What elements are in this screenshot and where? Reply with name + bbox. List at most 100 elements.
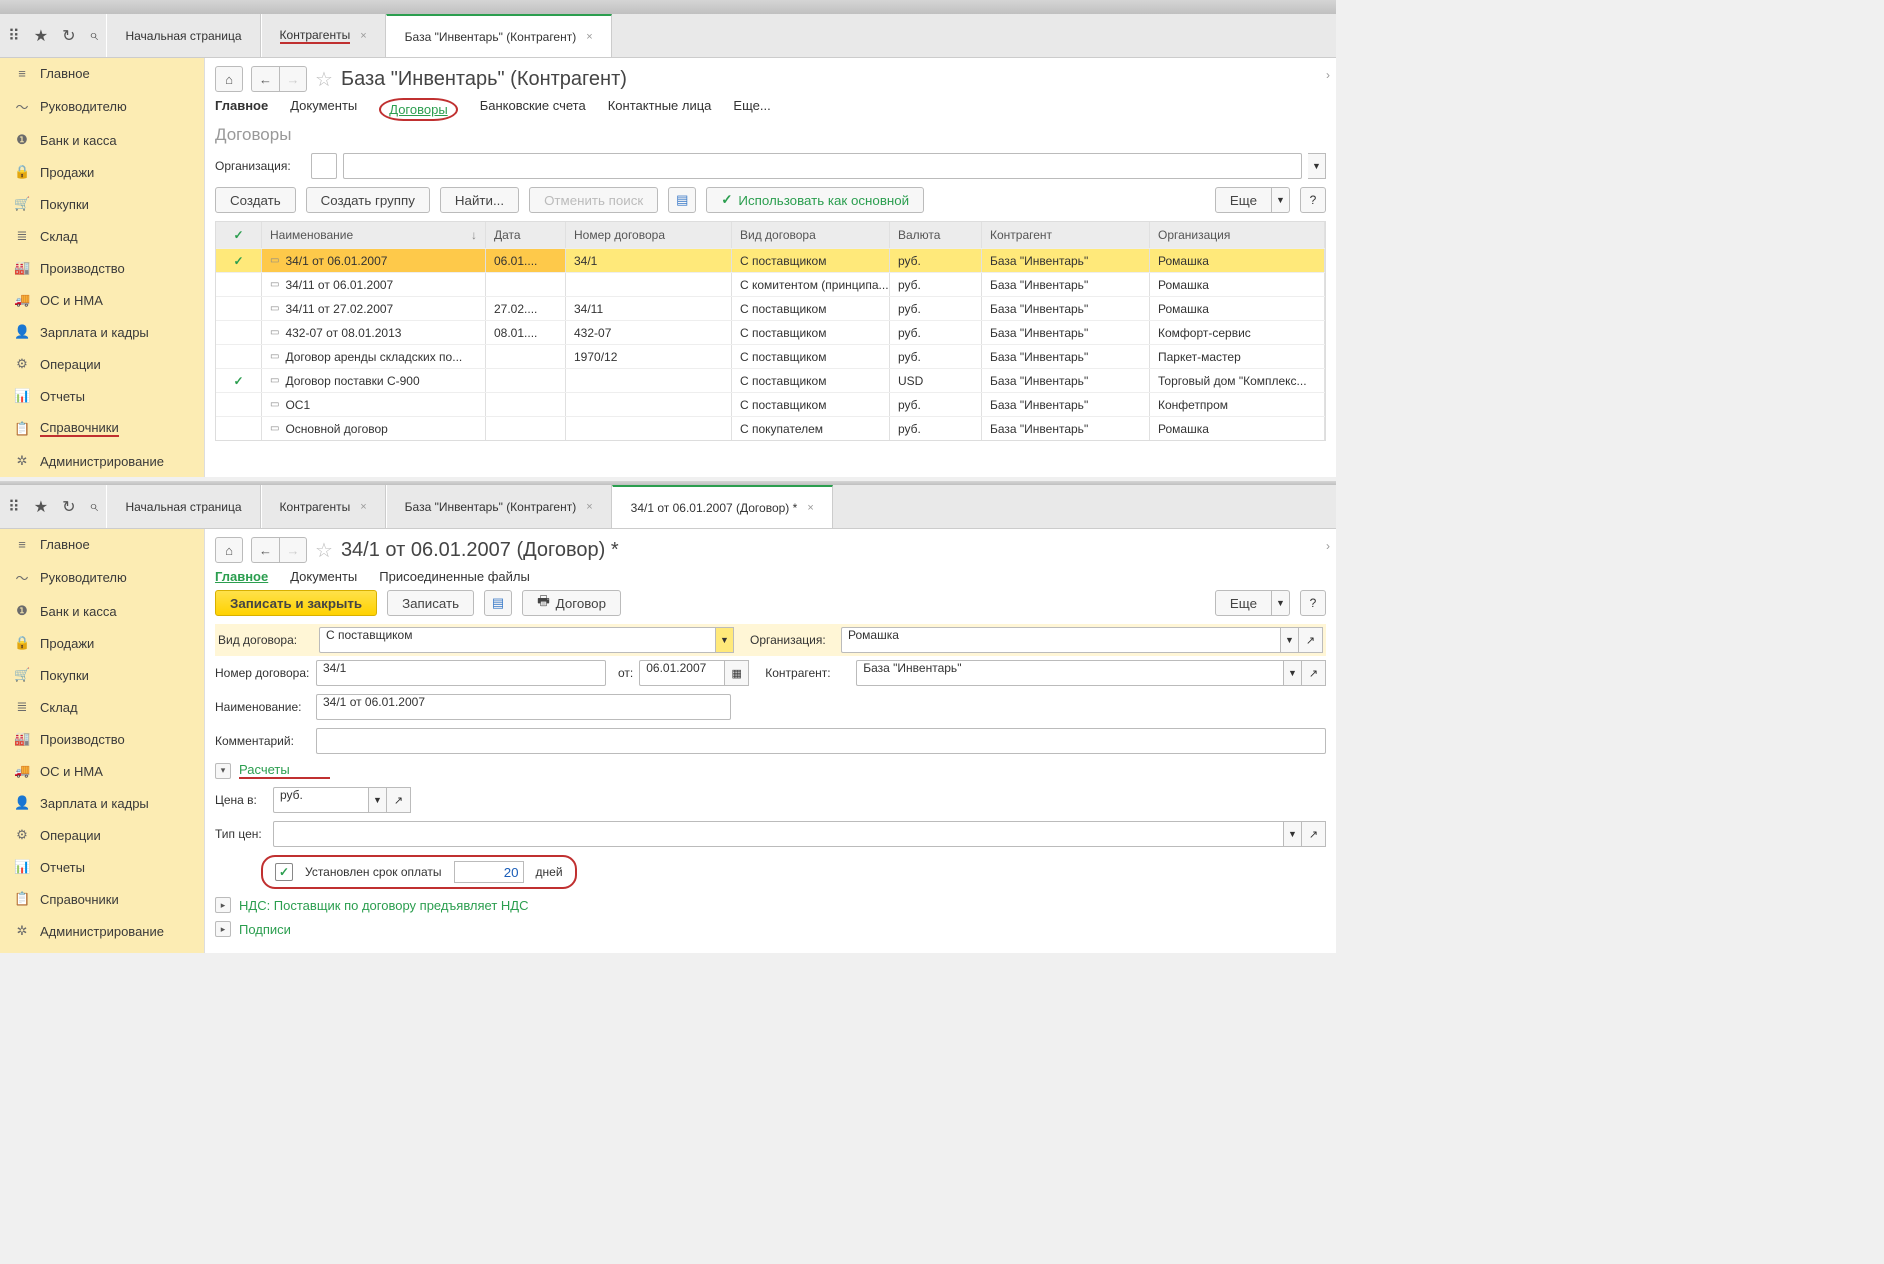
subtab-documents[interactable]: Документы [290,98,357,121]
sidebar-item-3[interactable]: 🔒Продажи [0,627,204,659]
sidebar-item-2[interactable]: ❶Банк и касса [0,595,204,627]
tab-inventory[interactable]: База "Инвентарь" (Контрагент)× [386,485,612,528]
expand-icon[interactable]: › [1326,539,1330,553]
sidebar-item-6[interactable]: 🏭Производство [0,723,204,755]
agent-dropdown[interactable]: ▼ [1284,660,1302,686]
due-checkbox[interactable]: ✓ [275,863,293,881]
org-checkbox[interactable] [311,153,337,179]
price-open[interactable]: ↗ [387,787,411,813]
back-button[interactable]: ← [251,66,279,92]
sidebar-item-2[interactable]: ❶Банк и касса [0,124,204,156]
create-button[interactable]: Создать [215,187,296,213]
sidebar-item-1[interactable]: 〜Руководителю [0,89,204,124]
close-icon[interactable]: × [586,31,592,43]
search-icon[interactable]: ⌕ [89,498,98,516]
sidebar-item-10[interactable]: 📊Отчеты [0,851,204,883]
sidebar-item-1[interactable]: 〜Руководителю [0,560,204,595]
favorite-icon[interactable]: ☆ [315,538,333,563]
sign-section[interactable]: ▸ Подписи [215,921,1326,937]
sidebar-item-0[interactable]: ≡Главное [0,58,204,89]
col-type[interactable]: Вид договора [732,222,890,248]
list-icon[interactable]: ▤ [668,187,696,213]
agent-open[interactable]: ↗ [1302,660,1326,686]
tab-start[interactable]: Начальная страница [106,14,260,57]
sidebar-item-6[interactable]: 🏭Производство [0,252,204,284]
apps-icon[interactable]: ⠿ [8,26,20,46]
type-dropdown[interactable]: ▼ [716,627,734,653]
calc-section[interactable]: ▾ Расчеты [215,762,1326,779]
sidebar-item-11[interactable]: 📋Справочники [0,412,204,445]
subtab-contacts[interactable]: Контактные лица [608,98,712,121]
tab-contract[interactable]: 34/1 от 06.01.2007 (Договор) *× [612,485,833,528]
tab-inventory[interactable]: База "Инвентарь" (Контрагент)× [386,14,612,57]
sidebar-item-7[interactable]: 🚚ОС и НМА [0,284,204,316]
table-row[interactable]: ✓▭Договор поставки С-900С поставщикомUSD… [216,368,1325,392]
col-check[interactable]: ✓ [216,222,262,248]
save-close-button[interactable]: Записать и закрыть [215,590,377,616]
subtab-files[interactable]: Присоединенные файлы [379,569,530,586]
name-input[interactable]: 34/1 от 06.01.2007 [316,694,731,720]
calendar-icon[interactable]: ▦ [725,660,749,686]
org-dropdown[interactable]: ▼ [1308,153,1326,179]
org-open[interactable]: ↗ [1299,627,1323,653]
sidebar-item-10[interactable]: 📊Отчеты [0,380,204,412]
forward-button[interactable]: → [279,66,307,92]
sidebar-item-9[interactable]: ⚙Операции [0,819,204,851]
create-group-button[interactable]: Создать группу [306,187,430,213]
col-org[interactable]: Организация [1150,222,1325,248]
sidebar-item-0[interactable]: ≡Главное [0,529,204,560]
table-row[interactable]: ▭34/11 от 06.01.2007С комитентом (принци… [216,272,1325,296]
subtab-main[interactable]: Главное [215,569,268,586]
table-row[interactable]: ✓▭34/1 от 06.01.200706.01....34/1С поста… [216,248,1325,272]
subtab-more[interactable]: Еще... [733,98,770,121]
contract-button[interactable]: 🖶Договор [522,590,621,616]
close-icon[interactable]: × [586,501,592,513]
due-days-input[interactable] [454,861,524,883]
sidebar-item-9[interactable]: ⚙Операции [0,348,204,380]
home-button[interactable]: ⌂ [215,537,243,563]
close-icon[interactable]: × [360,30,366,42]
sidebar-item-8[interactable]: 👤Зарплата и кадры [0,787,204,819]
sidebar-item-12[interactable]: ✲Администрирование [0,915,204,947]
price-input[interactable]: руб. [273,787,369,813]
agent-input[interactable]: База "Инвентарь" [856,660,1284,686]
pricetype-open[interactable]: ↗ [1302,821,1326,847]
sidebar-item-5[interactable]: ≣Склад [0,220,204,252]
save-button[interactable]: Записать [387,590,474,616]
col-date[interactable]: Дата [486,222,566,248]
vat-section[interactable]: ▸ НДС: Поставщик по договору предъявляет… [215,897,1326,913]
table-row[interactable]: ▭Основной договорС покупателемруб.База "… [216,416,1325,440]
help-button[interactable]: ? [1300,590,1326,616]
org-dropdown[interactable]: ▼ [1281,627,1299,653]
close-icon[interactable]: × [360,501,366,513]
home-button[interactable]: ⌂ [215,66,243,92]
forward-button[interactable]: → [279,537,307,563]
close-icon[interactable]: × [807,502,813,514]
sidebar-item-8[interactable]: 👤Зарплата и кадры [0,316,204,348]
org-input[interactable] [343,153,1302,179]
col-agent[interactable]: Контрагент [982,222,1150,248]
sidebar-item-4[interactable]: 🛒Покупки [0,188,204,220]
apps-icon[interactable]: ⠿ [8,497,20,517]
more-dropdown[interactable]: ▼ [1272,590,1290,616]
comment-input[interactable] [316,728,1326,754]
back-button[interactable]: ← [251,537,279,563]
pricetype-input[interactable] [273,821,1284,847]
col-curr[interactable]: Валюта [890,222,982,248]
num-input[interactable]: 34/1 [316,660,606,686]
history-icon[interactable]: ↻ [62,497,75,517]
sidebar-item-7[interactable]: 🚚ОС и НМА [0,755,204,787]
cancel-search-button[interactable]: Отменить поиск [529,187,658,213]
subtab-main[interactable]: Главное [215,98,268,121]
history-icon[interactable]: ↻ [62,26,75,46]
search-icon[interactable]: ⌕ [89,27,98,45]
col-name[interactable]: Наименование↓ [262,222,486,248]
sidebar-item-12[interactable]: ✲Администрирование [0,445,204,477]
date-input[interactable]: 06.01.2007 [639,660,725,686]
table-row[interactable]: ▭34/11 от 27.02.200727.02....34/11С пост… [216,296,1325,320]
find-button[interactable]: Найти... [440,187,519,213]
subtab-contracts[interactable]: Договоры [379,98,457,121]
table-row[interactable]: ▭ОС1С поставщикомруб.База "Инвентарь"Кон… [216,392,1325,416]
tab-contragents[interactable]: Контрагенты× [261,14,386,57]
sidebar-item-5[interactable]: ≣Склад [0,691,204,723]
